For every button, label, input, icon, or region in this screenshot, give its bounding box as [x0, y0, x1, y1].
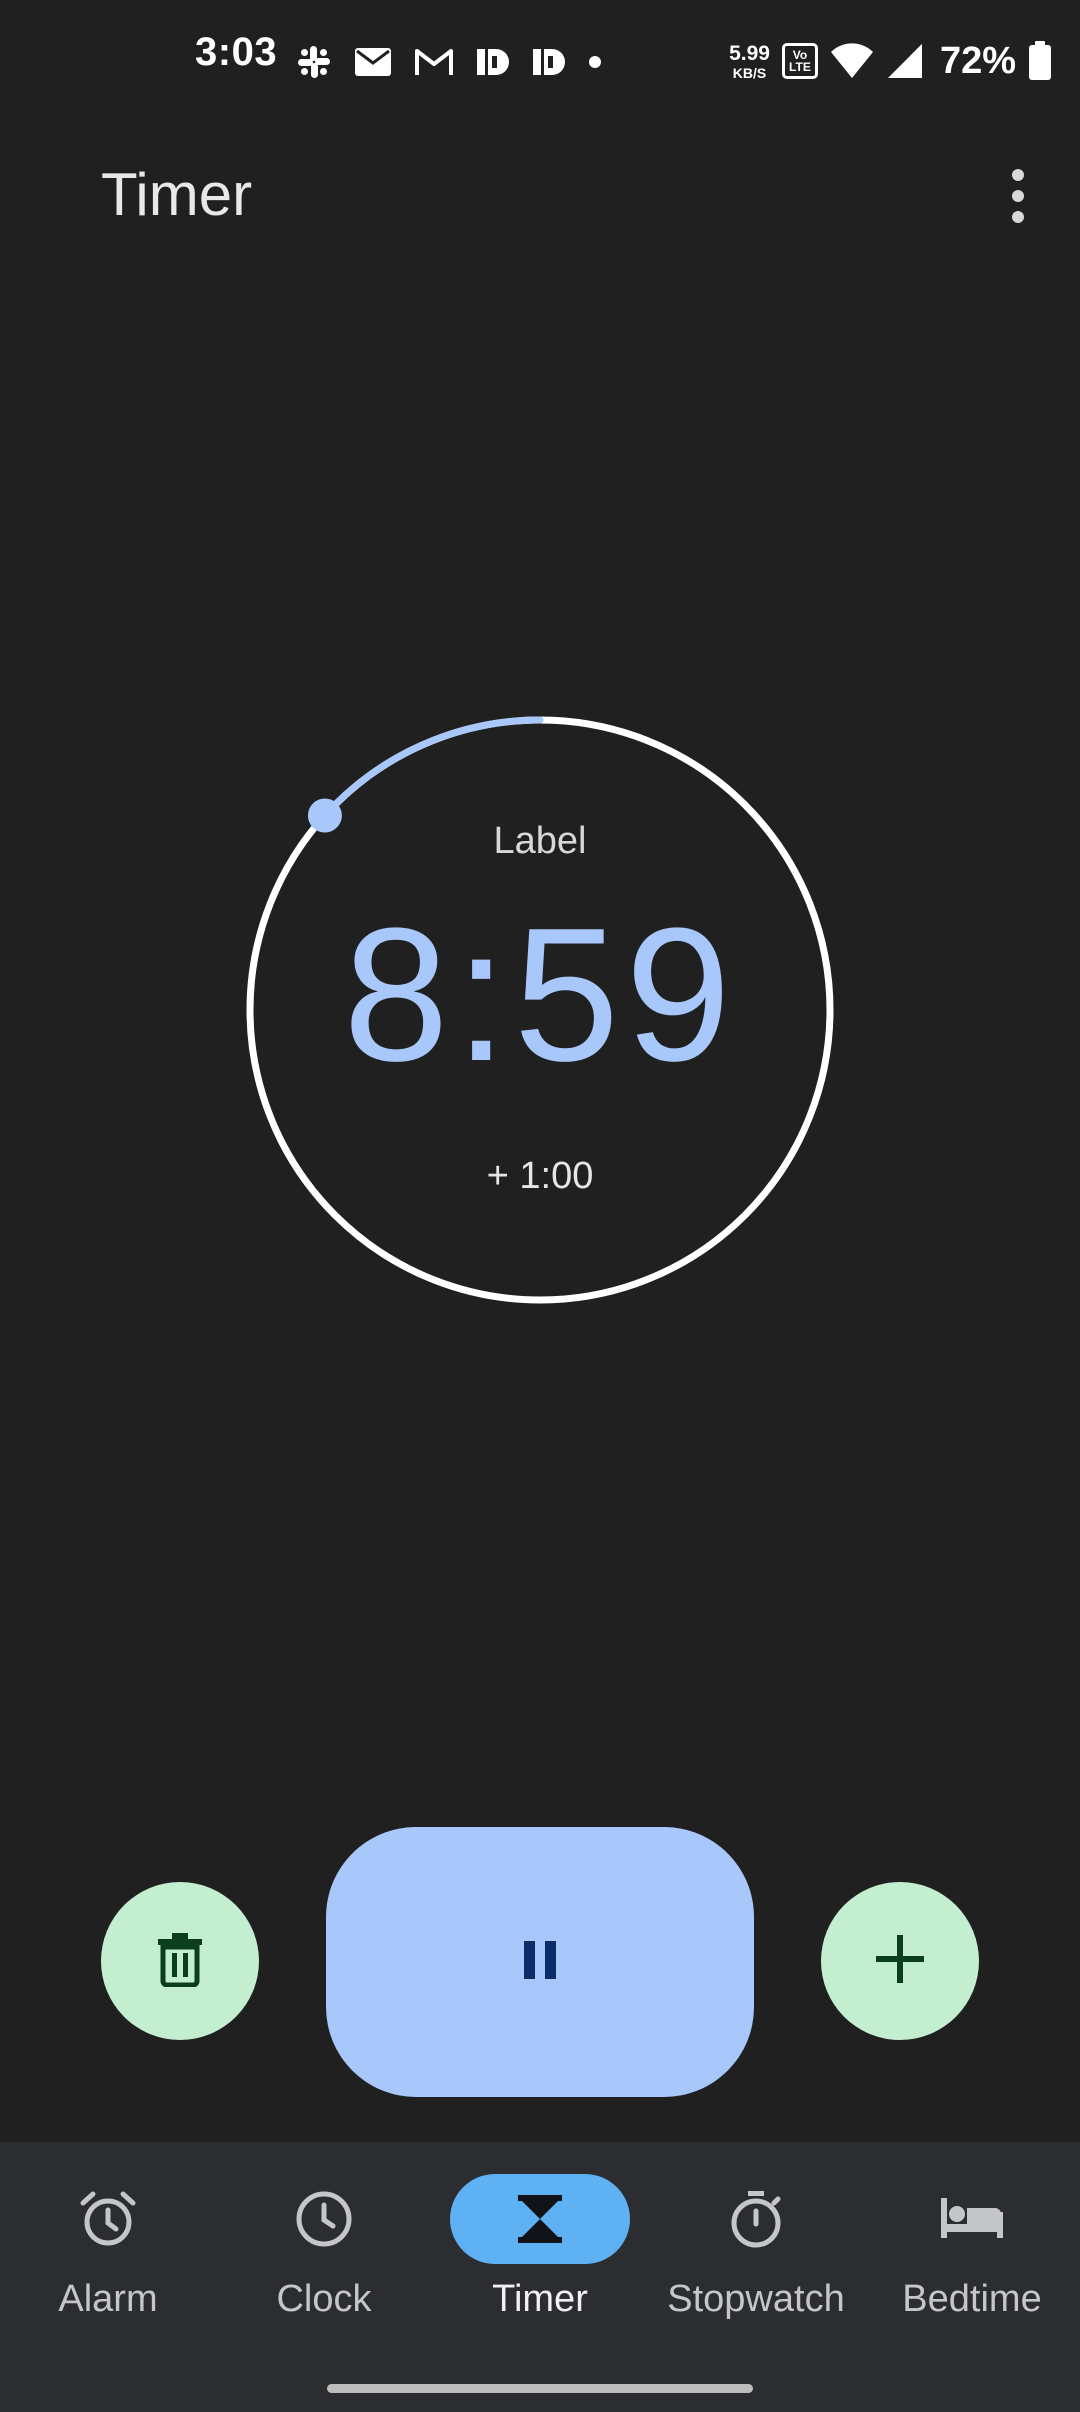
nav-label-clock: Clock — [276, 2278, 372, 2320]
nav-label-timer: Timer — [492, 2278, 588, 2320]
nav-icon-container — [666, 2174, 846, 2264]
home-indicator[interactable] — [327, 2384, 753, 2393]
alarm-icon — [80, 2191, 136, 2246]
more-options-icon[interactable] — [990, 160, 1046, 232]
app-icon — [476, 47, 510, 77]
timer-label[interactable]: Label — [340, 820, 740, 863]
status-bar: 3:03 5.99 KB/S Vo LTE 72% — [0, 0, 1080, 120]
status-time: 3:03 — [195, 30, 278, 74]
wifi-icon — [830, 43, 874, 79]
battery-percent: 72% — [939, 39, 1016, 82]
pause-button[interactable] — [326, 1827, 754, 2097]
volte-bottom-text: LTE — [789, 60, 811, 74]
slack-icon — [296, 44, 332, 80]
menu-dot — [1012, 211, 1024, 223]
bottom-navigation: Alarm Clock Timer Stopwatch Bedtime — [0, 2142, 1080, 2412]
menu-dot — [1012, 169, 1024, 181]
clock-icon — [296, 2191, 352, 2247]
network-speed-value: 5.99 — [729, 41, 770, 65]
battery-icon — [1028, 41, 1052, 81]
nav-label-alarm: Alarm — [58, 2278, 158, 2320]
timer-ring-elapsed-arc — [321, 716, 544, 820]
delete-timer-button[interactable] — [101, 1882, 259, 2040]
timer-screen: 3:03 5.99 KB/S Vo LTE 72% Timer Label 8:… — [0, 0, 1080, 2412]
nav-icon-container-active — [450, 2174, 630, 2264]
cell-signal-icon — [886, 42, 924, 80]
network-speed: 5.99 KB/S — [729, 43, 770, 80]
nav-item-bedtime[interactable]: Bedtime — [864, 2174, 1080, 2344]
email-icon — [354, 47, 392, 77]
nav-item-alarm[interactable]: Alarm — [0, 2174, 216, 2344]
gmail-icon — [414, 47, 454, 77]
dot-icon — [588, 55, 602, 69]
notification-icons — [296, 40, 602, 84]
app-icon — [532, 47, 566, 77]
timer-time-display: 8:59 — [343, 889, 737, 1101]
system-icons: 5.99 KB/S Vo LTE 72% — [729, 36, 1052, 86]
timer-ring-knob[interactable] — [307, 798, 342, 833]
nav-icon-container — [882, 2174, 1062, 2264]
network-speed-unit: KB/S — [732, 64, 767, 81]
nav-label-stopwatch: Stopwatch — [667, 2278, 845, 2320]
nav-icon-container — [18, 2174, 198, 2264]
nav-icon-container — [234, 2174, 414, 2264]
nav-label-bedtime: Bedtime — [902, 2278, 1042, 2320]
add-icon — [874, 1933, 926, 1990]
add-one-minute-button[interactable]: + 1:00 — [420, 1148, 660, 1204]
nav-item-timer[interactable]: Timer — [432, 2174, 648, 2344]
add-timer-button[interactable] — [821, 1882, 979, 2040]
delete-icon — [154, 1931, 206, 1992]
nav-item-stopwatch[interactable]: Stopwatch — [648, 2174, 864, 2344]
menu-dot — [1012, 190, 1024, 202]
page-title: Timer — [101, 161, 253, 228]
bed-icon — [941, 2198, 1003, 2238]
nav-item-clock[interactable]: Clock — [216, 2174, 432, 2344]
hourglass-icon — [518, 2195, 562, 2243]
pause-icon — [522, 1939, 558, 1986]
volte-icon: Vo LTE — [781, 43, 818, 79]
stopwatch-icon — [731, 2191, 781, 2248]
